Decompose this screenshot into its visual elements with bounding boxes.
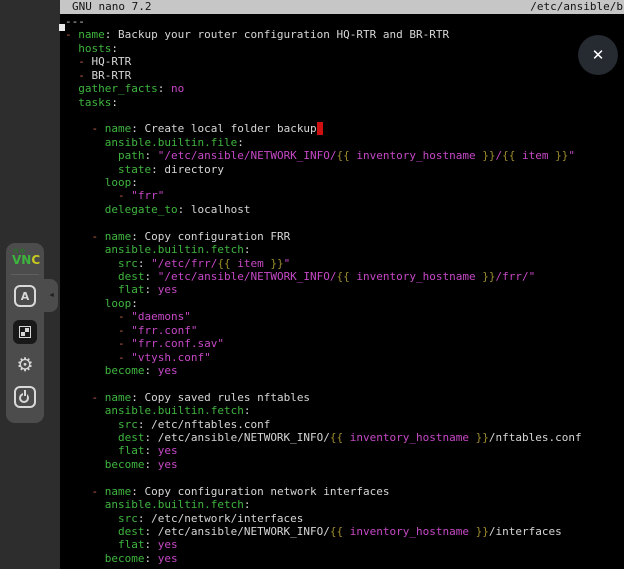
toolbar-divider [11, 274, 39, 275]
code-line: loop: [65, 176, 624, 189]
code-line: - name: Copy configuration FRR [65, 230, 624, 243]
fullscreen-corner-icon [25, 328, 29, 332]
code-line: src: /etc/network/interfaces [65, 512, 624, 525]
code-line: path: "/etc/ansible/NETWORK_INFO/{{ inve… [65, 149, 624, 162]
code-line: become: yes [65, 364, 624, 377]
code-line: - "frr" [65, 189, 624, 202]
novnc-toolbar: no VNC A ⚙ [6, 243, 44, 423]
code-line: - "frr.conf.sav" [65, 337, 624, 350]
extra-keys-button[interactable]: A [14, 285, 36, 307]
code-line: ansible.builtin.fetch: [65, 404, 624, 417]
code-line: become: yes [65, 552, 624, 565]
code-line [65, 216, 624, 229]
code-line: - "vtysh.conf" [65, 351, 624, 364]
code-line: dest: /etc/ansible/NETWORK_INFO/{{ inven… [65, 525, 624, 538]
code-line: loop: [65, 297, 624, 310]
gear-icon: ⚙ [16, 356, 33, 375]
collapse-arrow-icon: ◄ [48, 292, 55, 299]
code-line: ansible.builtin.file: [65, 136, 624, 149]
code-line: - name: Copy saved rules nftables [65, 391, 624, 404]
power-bar-icon [24, 390, 26, 396]
editor-content[interactable]: ---- name: Backup your router configurat… [60, 15, 624, 569]
code-line: dest: /etc/ansible/NETWORK_INFO/{{ inven… [65, 431, 624, 444]
nano-titlebar: GNU nano 7.2 /etc/ansible/b [60, 0, 624, 14]
code-line [65, 377, 624, 390]
code-line: ansible.builtin.fetch: [65, 243, 624, 256]
code-line: state: directory [65, 163, 624, 176]
code-line: - "daemons" [65, 310, 624, 323]
fullscreen-corner-icon [21, 332, 25, 336]
code-line: become: yes [65, 458, 624, 471]
code-line: src: /etc/nftables.conf [65, 418, 624, 431]
settings-button[interactable]: ⚙ [14, 354, 36, 376]
code-line: ansible.builtin.fetch: [65, 498, 624, 511]
power-button[interactable] [14, 386, 36, 408]
code-line: flat: yes [65, 444, 624, 457]
code-line: - "frr.conf" [65, 324, 624, 337]
code-line: flat: yes [65, 538, 624, 551]
code-line: dest: "/etc/ansible/NETWORK_INFO/{{ inve… [65, 270, 624, 283]
code-line: gather_facts: no [65, 82, 624, 95]
fullscreen-button[interactable] [13, 320, 37, 344]
code-line: - BR-RTR [65, 69, 624, 82]
novnc-logo-vnc: VNC [12, 254, 38, 266]
novnc-logo: no VNC [12, 247, 38, 269]
code-line [65, 471, 624, 484]
code-line: hosts: [65, 42, 624, 55]
code-line: --- [65, 15, 624, 28]
close-overlay-button[interactable]: ✕ [578, 35, 618, 75]
fullscreen-icon [19, 326, 31, 338]
code-line: - name: Create local folder backup [65, 122, 624, 135]
code-line: src: "/etc/frr/{{ item }}" [65, 257, 624, 270]
nano-version-label: GNU nano 7.2 [72, 0, 151, 14]
code-line: tasks: [65, 96, 624, 109]
desktop-background: no VNC A ⚙ ◄ GNU nano 7.2 /etc/an [0, 0, 624, 569]
mouse-cursor [59, 24, 65, 31]
terminal-window[interactable]: GNU nano 7.2 /etc/ansible/b ---- name: B… [60, 0, 624, 569]
code-line: - HQ-RTR [65, 55, 624, 68]
keyboard-a-icon: A [21, 290, 30, 303]
close-icon: ✕ [592, 48, 605, 63]
code-line: delegate_to: localhost [65, 203, 624, 216]
code-line: - name: Copy configuration network inter… [65, 485, 624, 498]
code-line: - name: Backup your router configuration… [65, 28, 624, 41]
code-line [65, 109, 624, 122]
power-icon [18, 390, 32, 404]
file-path-label: /etc/ansible/b [530, 0, 623, 14]
code-line: flat: yes [65, 283, 624, 296]
